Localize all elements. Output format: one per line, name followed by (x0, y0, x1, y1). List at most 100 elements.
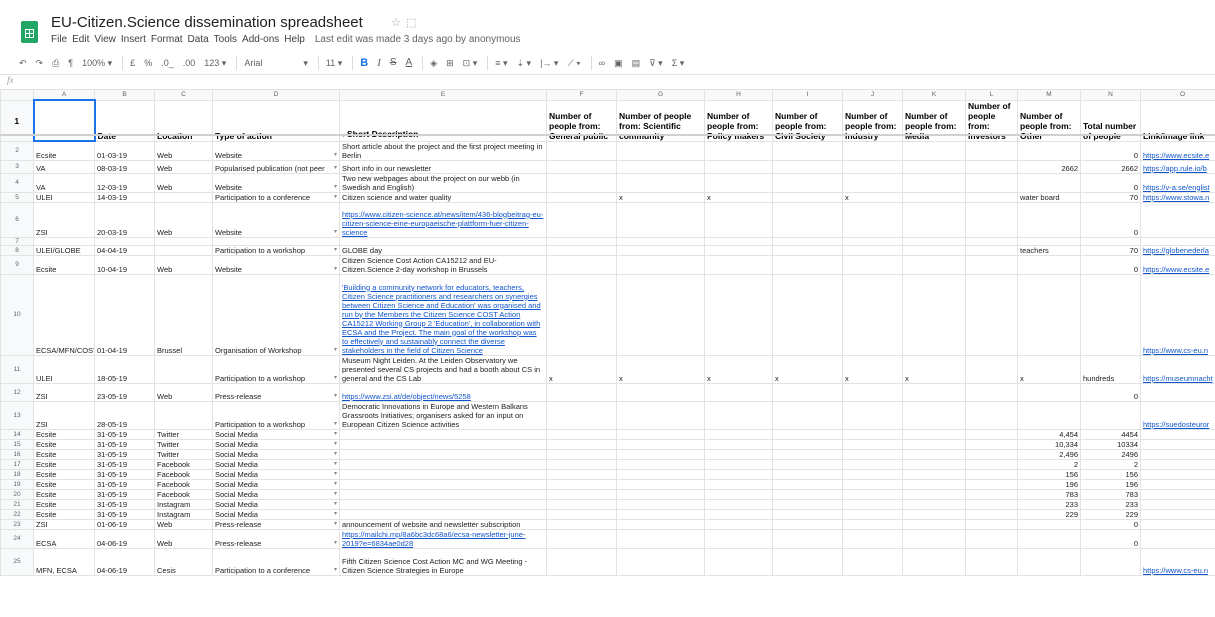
dropdown-arrow-icon[interactable]: ▾ (334, 183, 337, 190)
dropdown-arrow-icon[interactable]: ▾ (334, 450, 337, 457)
cell-other[interactable] (1017, 236, 1081, 246)
column-header-l[interactable]: L (965, 89, 1018, 101)
cell-total[interactable]: 196 (1080, 478, 1141, 490)
italic-button[interactable]: I (374, 55, 384, 71)
column-header-i[interactable]: I (772, 89, 843, 101)
cell-general-public[interactable] (546, 382, 617, 402)
cell-link[interactable]: https://www.ecsite.e (1140, 254, 1215, 275)
cell-org[interactable]: Ecsite (33, 448, 95, 460)
menu-data[interactable]: Data (188, 34, 209, 48)
cell-media[interactable] (902, 547, 966, 576)
cell-type-of-action[interactable]: ▾ Social Media (212, 478, 340, 490)
cell-civil-society[interactable] (772, 159, 843, 174)
cell-media[interactable]: x (902, 354, 966, 384)
cell-policy-makers[interactable] (704, 273, 773, 356)
cell-investors[interactable] (965, 140, 1018, 161)
cell-scientific-community[interactable] (616, 254, 705, 275)
dropdown-arrow-icon[interactable]: ▾ (334, 228, 337, 235)
row-header[interactable]: 13 (0, 400, 34, 430)
cell-other[interactable] (1017, 273, 1081, 356)
cell-scientific-community[interactable] (616, 448, 705, 460)
cell-total[interactable] (1080, 236, 1141, 246)
menu-tools[interactable]: Tools (214, 34, 237, 48)
row-header[interactable]: 16 (0, 448, 34, 460)
cell-general-public[interactable] (546, 547, 617, 576)
cell-investors[interactable] (965, 518, 1018, 530)
cell-general-public[interactable] (546, 273, 617, 356)
cell-other[interactable]: 2 (1017, 458, 1081, 470)
dropdown-arrow-icon[interactable]: ▾ (334, 460, 337, 467)
cell-general-public[interactable] (546, 159, 617, 174)
cell-other[interactable]: 2662 (1017, 159, 1081, 174)
cell-general-public[interactable] (546, 428, 617, 440)
cell-policy-makers[interactable] (704, 400, 773, 430)
cell-total[interactable] (1080, 547, 1141, 576)
cell-policy-makers[interactable] (704, 458, 773, 470)
cell-scientific-community[interactable] (616, 382, 705, 402)
row-header[interactable]: 7 (0, 236, 34, 246)
cell-industry[interactable] (842, 382, 903, 402)
row-header[interactable]: 20 (0, 488, 34, 500)
row-header[interactable]: 6 (0, 201, 34, 238)
cell-other[interactable] (1017, 400, 1081, 430)
cell-location[interactable]: Brussel (154, 273, 213, 356)
cell-type-of-action[interactable]: ▾ Social Media (212, 468, 340, 480)
cell-policy-makers[interactable] (704, 478, 773, 490)
column-header-d[interactable]: D (212, 89, 340, 101)
menu-edit[interactable]: Edit (72, 34, 89, 48)
cell-policy-makers[interactable] (704, 518, 773, 530)
cell-type-of-action[interactable]: ▾ Social Media (212, 438, 340, 450)
dropdown-arrow-icon[interactable]: ▾ (334, 539, 337, 546)
column-header-a[interactable]: A (33, 89, 95, 101)
cell-location[interactable]: Twitter (154, 428, 213, 440)
cell-date[interactable]: 28-05-19 (94, 400, 155, 430)
currency-format-button[interactable]: £ (127, 55, 138, 71)
dropdown-arrow-icon[interactable]: ▾ (334, 566, 337, 573)
row-header[interactable]: 21 (0, 498, 34, 510)
cell-location[interactable]: Web (154, 140, 213, 161)
cell-policy-makers[interactable] (704, 508, 773, 520)
cell-civil-society[interactable] (772, 458, 843, 470)
cell-other[interactable] (1017, 201, 1081, 238)
cell-civil-society[interactable] (772, 140, 843, 161)
cell-type-of-action[interactable]: ▾ Participation to a workshop (212, 244, 340, 256)
cell-total[interactable]: 0 (1080, 382, 1141, 402)
cell-link[interactable] (1140, 438, 1215, 450)
cell-civil-society[interactable] (772, 191, 843, 203)
cell-industry[interactable] (842, 273, 903, 356)
dropdown-arrow-icon[interactable]: ▾ (334, 470, 337, 477)
cell-investors[interactable] (965, 273, 1018, 356)
cell-media[interactable] (902, 478, 966, 490)
cell-total[interactable]: 0 (1080, 201, 1141, 238)
insert-chart-icon[interactable]: ▤ (629, 55, 644, 71)
cell-industry[interactable] (842, 528, 903, 549)
cell-media[interactable] (902, 448, 966, 460)
cell-industry[interactable]: x (842, 191, 903, 203)
cell-date[interactable]: 01-03-19 (94, 140, 155, 161)
cell-investors[interactable] (965, 201, 1018, 238)
cell-type-of-action[interactable]: ▾ Organisation of Workshop (212, 273, 340, 356)
cell-general-public[interactable] (546, 400, 617, 430)
cell-type-of-action[interactable]: ▾ Social Media (212, 488, 340, 500)
cell-date[interactable]: 04-06-19 (94, 528, 155, 549)
cell-description[interactable]: Fifth Citizen Science Cost Action MC and… (339, 547, 547, 576)
cell-location[interactable]: Twitter (154, 438, 213, 450)
cell-org[interactable]: VA (33, 159, 95, 174)
cell-other[interactable] (1017, 518, 1081, 530)
cell-media[interactable] (902, 488, 966, 500)
cell-location[interactable]: Twitter (154, 448, 213, 460)
cell-other[interactable] (1017, 140, 1081, 161)
cell-link[interactable] (1140, 488, 1215, 500)
cell-general-public[interactable] (546, 201, 617, 238)
font-family-dropdown-icon[interactable]: ▾ (300, 55, 311, 71)
cell-general-public[interactable] (546, 448, 617, 460)
cell-industry[interactable] (842, 478, 903, 490)
cell-general-public[interactable] (546, 478, 617, 490)
cell-date[interactable]: 31-05-19 (94, 488, 155, 500)
cell-policy-makers[interactable] (704, 201, 773, 238)
row-header[interactable]: 22 (0, 508, 34, 520)
row-header[interactable]: 25 (0, 547, 34, 576)
cell-policy-makers[interactable] (704, 438, 773, 450)
cell-type-of-action[interactable]: ▾ Participation to a workshop (212, 400, 340, 430)
cell-total[interactable]: 229 (1080, 508, 1141, 520)
